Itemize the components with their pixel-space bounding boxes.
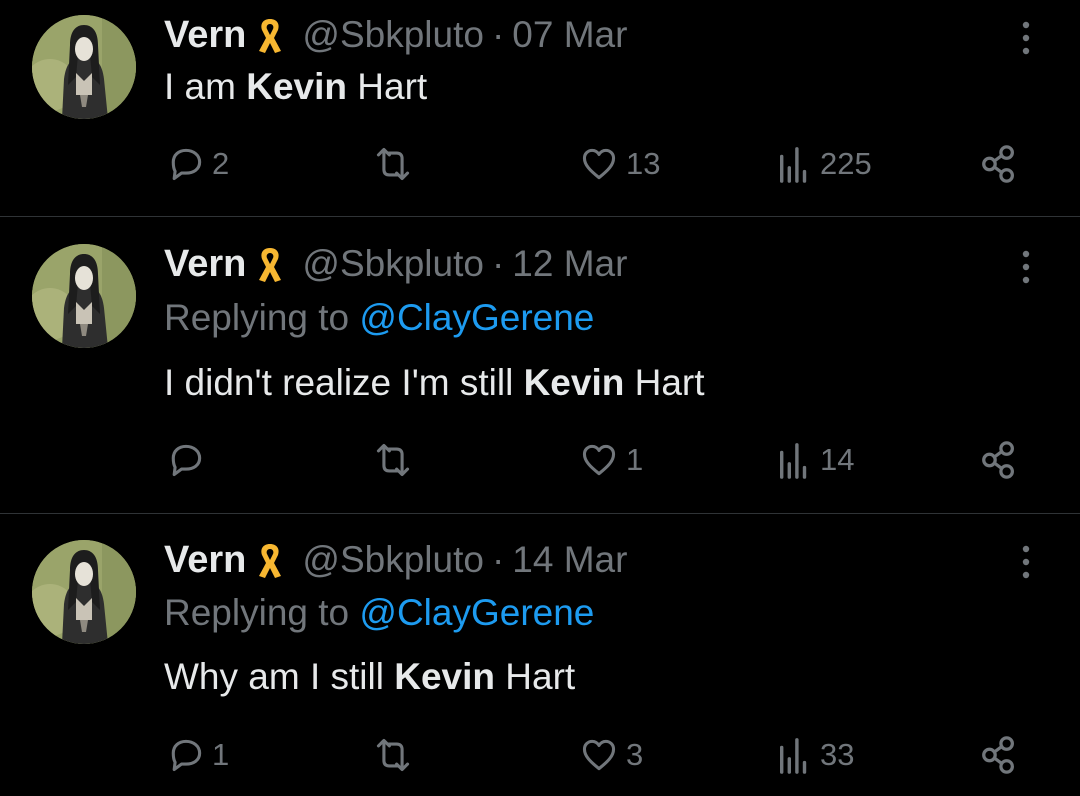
- display-name[interactable]: Vern: [164, 539, 246, 582]
- repost-icon: [370, 735, 416, 775]
- views-count: 33: [820, 737, 855, 772]
- tweet-date[interactable]: 14 Mar: [512, 539, 627, 581]
- share-button[interactable]: [978, 142, 1020, 186]
- tweet-feed: Vern @Sbkpluto · 07 Mar I am Kevin Hart …: [0, 0, 1080, 796]
- reply-icon: [166, 144, 206, 184]
- reply-count: 2: [212, 146, 230, 181]
- more-icon[interactable]: [1014, 542, 1038, 582]
- reply-icon: [166, 735, 206, 775]
- views-count: 14: [820, 442, 855, 477]
- ribbon-icon: [252, 15, 288, 55]
- like-count: 13: [626, 146, 661, 181]
- text-part: Hart: [347, 66, 428, 107]
- views-count: 225: [820, 146, 872, 181]
- like-icon: [578, 735, 620, 775]
- replying-prefix: Replying to: [164, 297, 360, 338]
- like-icon: [578, 144, 620, 184]
- like-button[interactable]: 3: [578, 733, 643, 777]
- tweet[interactable]: Vern @Sbkpluto · 14 Mar Replying to @Cla…: [0, 514, 1080, 796]
- share-button[interactable]: [978, 438, 1020, 482]
- tweet[interactable]: Vern @Sbkpluto · 12 Mar Replying to @Cla…: [0, 217, 1080, 513]
- views-icon: [776, 734, 814, 776]
- text-bold: Kevin: [246, 66, 348, 107]
- repost-button[interactable]: [370, 438, 422, 482]
- reply-button[interactable]: [166, 438, 212, 482]
- reply-count: 1: [212, 737, 230, 772]
- replying-to-line: Replying to @ClayGerene: [164, 592, 594, 634]
- like-button[interactable]: 13: [578, 142, 660, 186]
- replying-to-line: Replying to @ClayGerene: [164, 297, 594, 339]
- user-handle[interactable]: @Sbkpluto: [302, 539, 484, 581]
- more-icon[interactable]: [1014, 18, 1038, 58]
- avatar[interactable]: [32, 244, 136, 348]
- tweet-date[interactable]: 07 Mar: [512, 14, 627, 56]
- ribbon-icon: [252, 244, 288, 284]
- repost-icon: [370, 440, 416, 480]
- reply-icon: [166, 440, 206, 480]
- like-count: 3: [626, 737, 644, 772]
- tweet-date[interactable]: 12 Mar: [512, 243, 627, 285]
- share-button[interactable]: [978, 733, 1020, 777]
- tweet-header: Vern @Sbkpluto · 14 Mar: [164, 537, 627, 583]
- like-icon: [578, 440, 620, 480]
- text-bold: Kevin: [523, 362, 625, 403]
- ribbon-icon: [252, 540, 288, 580]
- tweet-header: Vern @Sbkpluto · 12 Mar: [164, 241, 627, 287]
- tweet-text: Why am I still Kevin Hart: [164, 656, 575, 698]
- replying-to-mention[interactable]: @ClayGerene: [359, 297, 594, 338]
- separator: ·: [491, 243, 505, 284]
- user-handle[interactable]: @Sbkpluto: [302, 243, 484, 285]
- tweet-header: Vern @Sbkpluto · 07 Mar: [164, 12, 627, 58]
- repost-button[interactable]: [370, 142, 422, 186]
- share-icon: [978, 439, 1020, 481]
- share-icon: [978, 734, 1020, 776]
- text-part: Hart: [495, 656, 576, 697]
- display-name[interactable]: Vern: [164, 243, 246, 286]
- more-icon[interactable]: [1014, 247, 1038, 287]
- repost-icon: [370, 144, 416, 184]
- tweet-text: I am Kevin Hart: [164, 66, 427, 108]
- like-button[interactable]: 1: [578, 438, 643, 482]
- repost-button[interactable]: [370, 733, 422, 777]
- avatar[interactable]: [32, 540, 136, 644]
- text-part: Why am I still: [164, 656, 395, 697]
- share-icon: [978, 143, 1020, 185]
- display-name[interactable]: Vern: [164, 14, 246, 57]
- text-part: I didn't realize I'm still: [164, 362, 524, 403]
- tweet[interactable]: Vern @Sbkpluto · 07 Mar I am Kevin Hart …: [0, 0, 1080, 216]
- separator: ·: [491, 14, 505, 55]
- text-part: I am: [164, 66, 247, 107]
- text-part: Hart: [624, 362, 705, 403]
- views-icon: [776, 439, 814, 481]
- avatar[interactable]: [32, 15, 136, 119]
- reply-button[interactable]: 1: [166, 733, 229, 777]
- like-count: 1: [626, 442, 644, 477]
- tweet-text: I didn't realize I'm still Kevin Hart: [164, 362, 705, 404]
- views-button[interactable]: 14: [776, 438, 854, 482]
- replying-to-mention[interactable]: @ClayGerene: [359, 592, 594, 633]
- text-bold: Kevin: [394, 656, 496, 697]
- views-icon: [776, 143, 814, 185]
- separator: ·: [491, 539, 505, 580]
- replying-prefix: Replying to: [164, 592, 360, 633]
- reply-button[interactable]: 2: [166, 142, 229, 186]
- views-button[interactable]: 33: [776, 733, 854, 777]
- user-handle[interactable]: @Sbkpluto: [302, 14, 484, 56]
- views-button[interactable]: 225: [776, 142, 872, 186]
